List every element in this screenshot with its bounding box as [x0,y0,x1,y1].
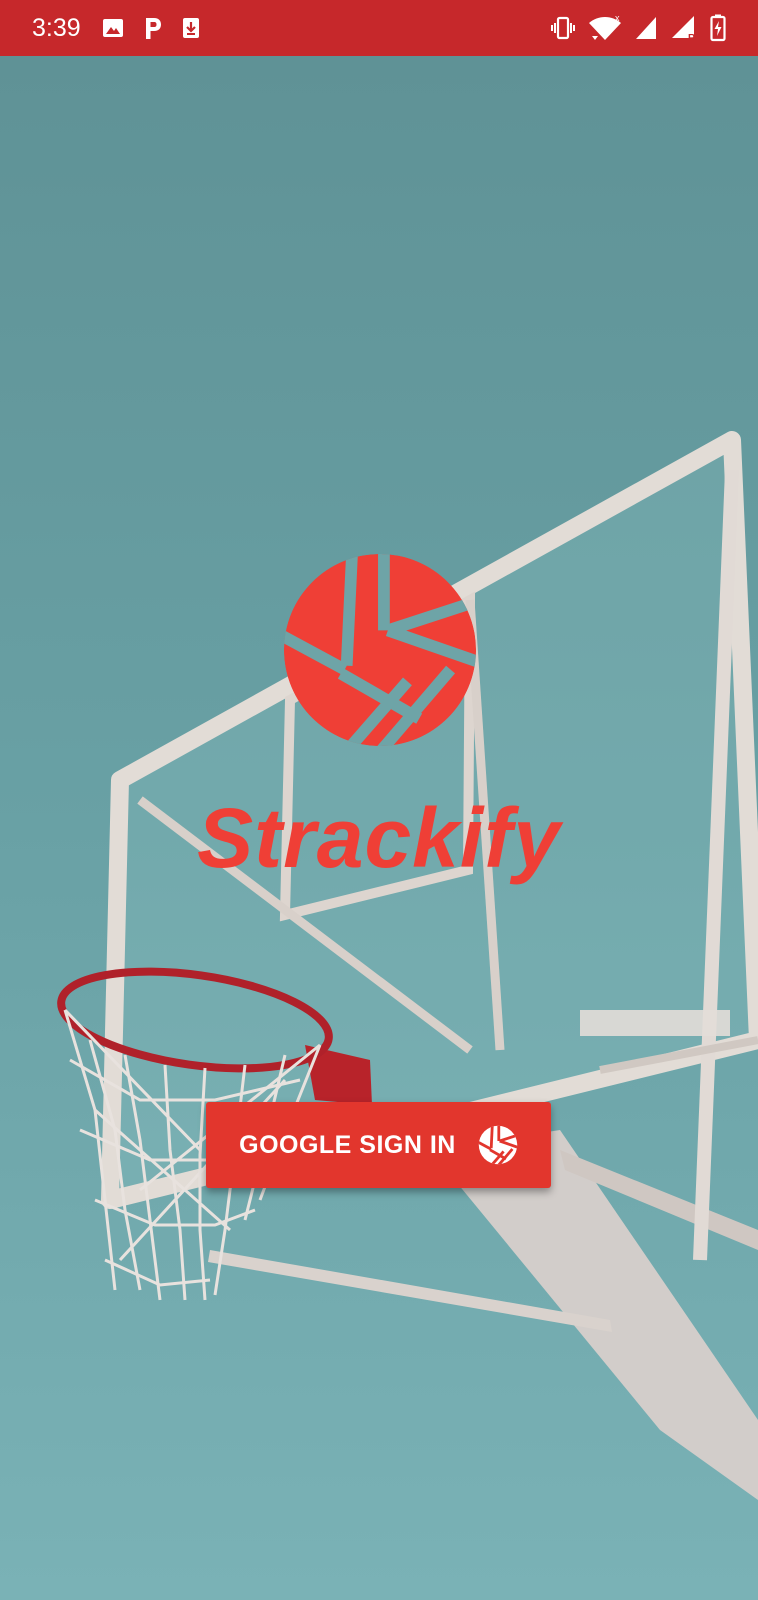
cell-signal-icon [634,15,658,41]
svg-text:x: x [615,14,620,23]
battery-charging-icon [710,14,726,42]
google-sign-in-button[interactable]: GOOGLE SIGN IN [206,1102,551,1188]
status-system-icons: x R [550,14,726,42]
status-time: 3:39 [32,13,81,42]
wifi-icon: x [588,14,622,42]
svg-text:R: R [688,33,696,42]
status-notification-icons [101,15,201,41]
google-sign-in-label: GOOGLE SIGN IN [239,1130,456,1159]
strackify-ball-icon [478,1125,518,1165]
image-icon [101,16,125,40]
strackify-ball-logo [282,552,478,748]
vibrate-icon [550,15,576,41]
download-icon [181,16,201,40]
app-name: Strackify [197,791,561,885]
cell-signal-roaming-icon: R [670,14,698,42]
status-bar: 3:39 x R [0,0,758,56]
parking-icon [141,15,165,41]
